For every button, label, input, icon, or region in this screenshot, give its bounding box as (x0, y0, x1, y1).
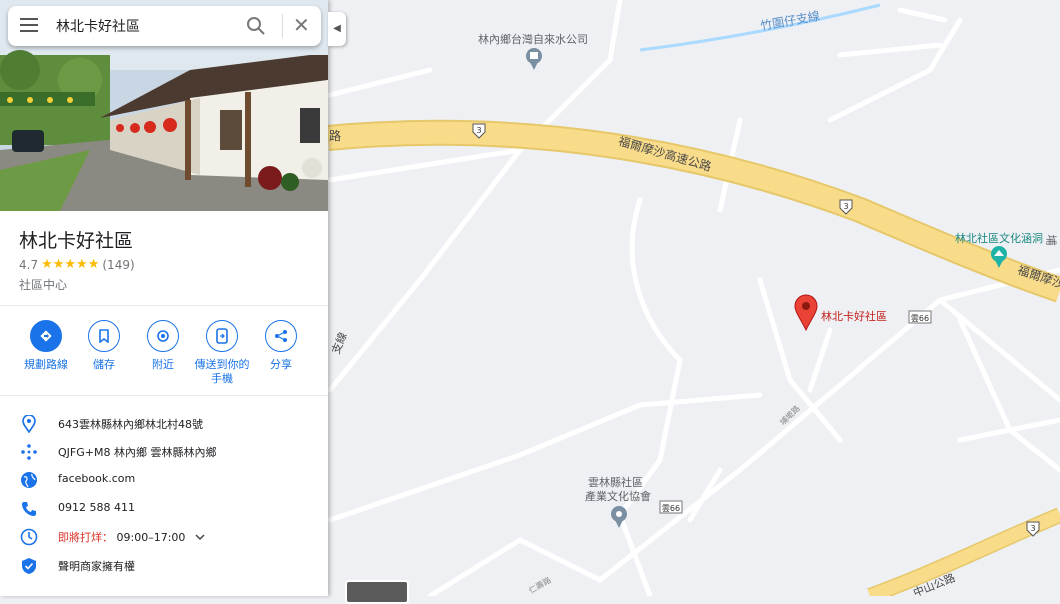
place-category[interactable]: 社區中心 (19, 276, 67, 293)
search-input[interactable]: 林北卡好社區 (56, 16, 140, 36)
menu-icon[interactable] (20, 18, 38, 34)
marker-label[interactable]: 林北卡好社區 (821, 308, 887, 324)
search-box[interactable]: 林北卡好社區 ✕ (8, 6, 321, 46)
address-text: 643雲林縣林內鄉林北村48號 (58, 418, 203, 431)
shield-check-icon (18, 555, 40, 577)
close-icon[interactable]: ✕ (293, 14, 310, 36)
website-row[interactable]: facebook.com (0, 466, 328, 494)
review-count[interactable]: (149) (102, 258, 134, 272)
hours-row[interactable]: 即將打烊： 09:00–17:00 (0, 523, 328, 551)
water-company-label[interactable]: 林內鄉台灣自來水公司 (478, 31, 588, 47)
rating-stars-icon: ★★★★★ (41, 257, 100, 272)
claim-row[interactable]: 聲明商家擁有權 (0, 552, 328, 580)
plus-code-text: QJFG+M8 林內鄉 雲林縣林內鄉 (58, 446, 217, 459)
plus-code-row[interactable]: QJFG+M8 林內鄉 雲林縣林內鄉 (0, 438, 328, 466)
association-label-2[interactable]: 產業文化協會 (585, 488, 651, 504)
freeway-label-left: 路 (329, 129, 342, 143)
plus-code-icon (18, 441, 40, 463)
phone-text: 0912 588 411 (58, 501, 135, 514)
claim-text: 聲明商家擁有權 (58, 560, 135, 573)
nearby-icon (147, 320, 179, 352)
collapse-panel-button[interactable]: ◀ (328, 12, 346, 46)
location-pin-icon (18, 413, 40, 435)
search-icon[interactable] (246, 16, 266, 36)
svg-text:雲66: 雲66 (911, 314, 929, 323)
save-button[interactable]: 儲存 (74, 320, 134, 372)
phone-send-icon (206, 320, 238, 352)
search-divider (282, 14, 283, 38)
road-66-badge-b: 雲66 (659, 500, 683, 514)
hours-status: 即將打烊： (58, 531, 113, 544)
place-panel: 林北卡好社區 ✕ 林北卡好社區 4.7 ★★★★★ (149) 社區中心 規劃路… (0, 0, 328, 596)
svg-text:3: 3 (843, 202, 848, 211)
culture-hall-label[interactable]: 林北社區文化涵洞 (955, 230, 1043, 246)
nearby-label: 附近 (152, 358, 174, 371)
rating-value: 4.7 (19, 257, 39, 272)
share-icon (265, 320, 297, 352)
place-title: 林北卡好社區 (19, 230, 134, 252)
send-to-phone-button[interactable]: 傳送到你的手機 (192, 320, 252, 386)
hours-value: 09:00–17:00 (116, 531, 186, 544)
place-rating[interactable]: 4.7 ★★★★★ (149) (19, 257, 135, 272)
clock-icon (18, 526, 40, 548)
website-text: facebook.com (58, 472, 136, 485)
chevron-down-icon[interactable] (195, 531, 205, 544)
svg-text:3: 3 (476, 126, 481, 135)
send-to-phone-label: 傳送到你的手機 (194, 358, 250, 385)
directions-button[interactable]: 規劃路線 (16, 320, 76, 372)
nearby-button[interactable]: 附近 (133, 320, 193, 372)
globe-icon (18, 469, 40, 491)
svg-text:雲66: 雲66 (662, 504, 680, 513)
divider (0, 305, 328, 306)
directions-label: 規劃路線 (24, 358, 68, 371)
phone-row[interactable]: 0912 588 411 (0, 495, 328, 523)
svg-text:3: 3 (1030, 524, 1035, 533)
divider (0, 395, 328, 396)
phone-icon (18, 498, 40, 520)
hours-text: 即將打烊： 09:00–17:00 (58, 529, 205, 545)
save-label: 儲存 (93, 358, 115, 371)
share-button[interactable]: 分享 (251, 320, 311, 372)
culture-hall-edge-label: 埔 (1044, 234, 1058, 246)
directions-icon (30, 320, 62, 352)
address-row[interactable]: 643雲林縣林內鄉林北村48號 (0, 410, 328, 438)
imagery-thumbnail[interactable] (345, 580, 409, 604)
bookmark-icon (88, 320, 120, 352)
road-66-badge-a: 雲66 (908, 310, 932, 324)
share-label: 分享 (270, 358, 292, 371)
